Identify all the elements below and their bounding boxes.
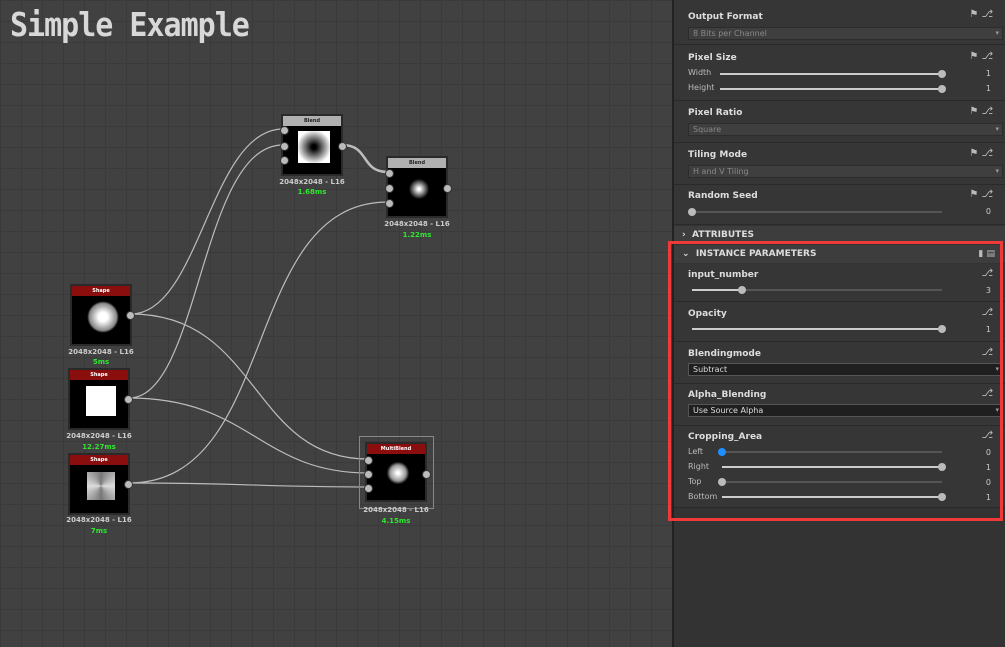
wire bbox=[130, 313, 369, 460]
wire bbox=[341, 143, 389, 174]
alpha-blending-dropdown[interactable]: Use Source Alpha bbox=[688, 404, 1003, 417]
node-preview bbox=[87, 472, 115, 500]
tiling-mode-section: Tiling Mode ⚑ ⎇ H and V Tiling bbox=[674, 143, 1005, 185]
expose-icon[interactable]: ⚑ ⎇ bbox=[969, 189, 993, 200]
chevron-down-icon: ⌄ bbox=[682, 249, 696, 259]
pixel-ratio-dropdown[interactable]: Square bbox=[688, 123, 1003, 136]
expose-icon[interactable]: ⎇ bbox=[981, 307, 993, 318]
instance-parameters-header[interactable]: ⌄ INSTANCE PARAMETERS ▮ ▤ bbox=[674, 245, 1005, 263]
input-port[interactable] bbox=[364, 470, 373, 479]
alpha-blending-section: Alpha_Blending ⎇ Use Source Alpha bbox=[674, 384, 1005, 426]
node-preview bbox=[298, 131, 330, 163]
expose-icon[interactable]: ⚑ ⎇ bbox=[969, 51, 993, 62]
expose-icon[interactable]: ⎇ bbox=[981, 388, 993, 399]
output-port[interactable] bbox=[124, 480, 133, 489]
wire bbox=[130, 128, 284, 315]
output-port[interactable] bbox=[124, 395, 133, 404]
opacity-section: Opacity ⎇ 1 bbox=[674, 302, 1005, 342]
node-resolution: 2048x2048 - L16 bbox=[384, 220, 450, 228]
expose-icon[interactable]: ⚑ ⎇ bbox=[969, 106, 993, 117]
width-slider[interactable] bbox=[720, 70, 946, 78]
height-slider[interactable] bbox=[720, 85, 946, 93]
input-port[interactable] bbox=[385, 199, 394, 208]
output-port[interactable] bbox=[126, 311, 135, 320]
properties-panel: Output Format ⚑ ⎇ 8 Bits per Channel Pix… bbox=[672, 0, 1005, 647]
crop-top-slider[interactable] bbox=[718, 478, 942, 486]
crop-right-slider[interactable] bbox=[722, 463, 946, 471]
pixel-ratio-section: Pixel Ratio ⚑ ⎇ Square bbox=[674, 101, 1005, 143]
expose-icon[interactable]: ⎇ bbox=[981, 268, 993, 279]
node-time: 7ms bbox=[90, 527, 108, 535]
node-resolution: 2048x2048 - L16 bbox=[68, 348, 134, 356]
input-port[interactable] bbox=[364, 484, 373, 493]
output-port[interactable] bbox=[443, 184, 452, 193]
crop-bottom-slider[interactable] bbox=[722, 493, 946, 501]
node-shape-2[interactable]: Shape bbox=[68, 368, 133, 430]
node-resolution: 2048x2048 - L16 bbox=[363, 506, 429, 514]
node-blend-1[interactable]: Blend bbox=[280, 114, 347, 176]
output-port[interactable] bbox=[338, 142, 347, 151]
output-format-section: Output Format ⚑ ⎇ 8 Bits per Channel bbox=[674, 0, 1005, 45]
chevron-right-icon: › bbox=[682, 230, 692, 240]
node-preview bbox=[382, 457, 414, 489]
node-time: 5ms bbox=[92, 358, 110, 366]
wire bbox=[128, 482, 369, 488]
node-time: 12.27ms bbox=[82, 443, 116, 451]
input-port[interactable] bbox=[385, 184, 394, 193]
expose-icon[interactable]: ⚑ ⎇ bbox=[969, 148, 993, 159]
input-port[interactable] bbox=[364, 456, 373, 465]
expose-icon[interactable]: ⎇ bbox=[981, 430, 993, 441]
node-preview bbox=[403, 173, 435, 205]
wire bbox=[128, 201, 389, 484]
random-seed-section: Random Seed ⚑ ⎇ 0 bbox=[674, 185, 1005, 225]
blendingmode-section: Blendingmode ⎇ Subtract bbox=[674, 342, 1005, 384]
node-preview bbox=[87, 301, 119, 333]
wire bbox=[128, 144, 284, 399]
opacity-slider[interactable] bbox=[692, 325, 946, 333]
cropping-area-section: Cropping_Area ⎇ Left 0 Right 1 Top 0 Bot… bbox=[674, 426, 1005, 508]
node-time: 1.22ms bbox=[402, 231, 432, 239]
node-multiblend[interactable]: MultiBlend bbox=[364, 442, 431, 502]
attributes-header[interactable]: › ATTRIBUTES bbox=[674, 226, 1005, 244]
input-port[interactable] bbox=[280, 142, 289, 151]
input-number-slider[interactable] bbox=[692, 286, 942, 294]
node-shape-3[interactable]: Shape bbox=[68, 453, 133, 515]
blendingmode-dropdown[interactable]: Subtract bbox=[688, 363, 1003, 376]
node-time: 1.68ms bbox=[297, 188, 327, 196]
node-blend-2[interactable]: Blend bbox=[385, 156, 452, 218]
input-port[interactable] bbox=[385, 169, 394, 178]
expose-icon[interactable]: ⎇ bbox=[981, 347, 993, 358]
output-format-dropdown[interactable]: 8 Bits per Channel bbox=[688, 27, 1003, 40]
node-time: 4.15ms bbox=[381, 517, 411, 525]
output-port[interactable] bbox=[422, 470, 431, 479]
input-port[interactable] bbox=[280, 126, 289, 135]
crop-left-slider[interactable] bbox=[718, 448, 942, 456]
node-resolution: 2048x2048 - L16 bbox=[279, 178, 345, 186]
input-port[interactable] bbox=[280, 156, 289, 165]
pixel-size-section: Pixel Size ⚑ ⎇ Width 1 Height 1 bbox=[674, 45, 1005, 101]
wire bbox=[128, 397, 369, 474]
input-number-section: input_number ⎇ 3 bbox=[674, 264, 1005, 302]
preset-icon[interactable]: ▮ ▤ bbox=[978, 245, 995, 263]
node-resolution: 2048x2048 - L16 bbox=[66, 516, 132, 524]
graph-canvas[interactable]: Simple Example Blend 2048x2048 - L16 1.6… bbox=[0, 0, 672, 647]
tiling-mode-dropdown[interactable]: H and V Tiling bbox=[688, 165, 1003, 178]
node-shape-1[interactable]: Shape bbox=[70, 284, 135, 346]
node-resolution: 2048x2048 - L16 bbox=[66, 432, 132, 440]
expose-icon[interactable]: ⚑ ⎇ bbox=[969, 9, 993, 20]
random-seed-slider[interactable] bbox=[688, 208, 942, 216]
node-preview bbox=[86, 386, 116, 416]
